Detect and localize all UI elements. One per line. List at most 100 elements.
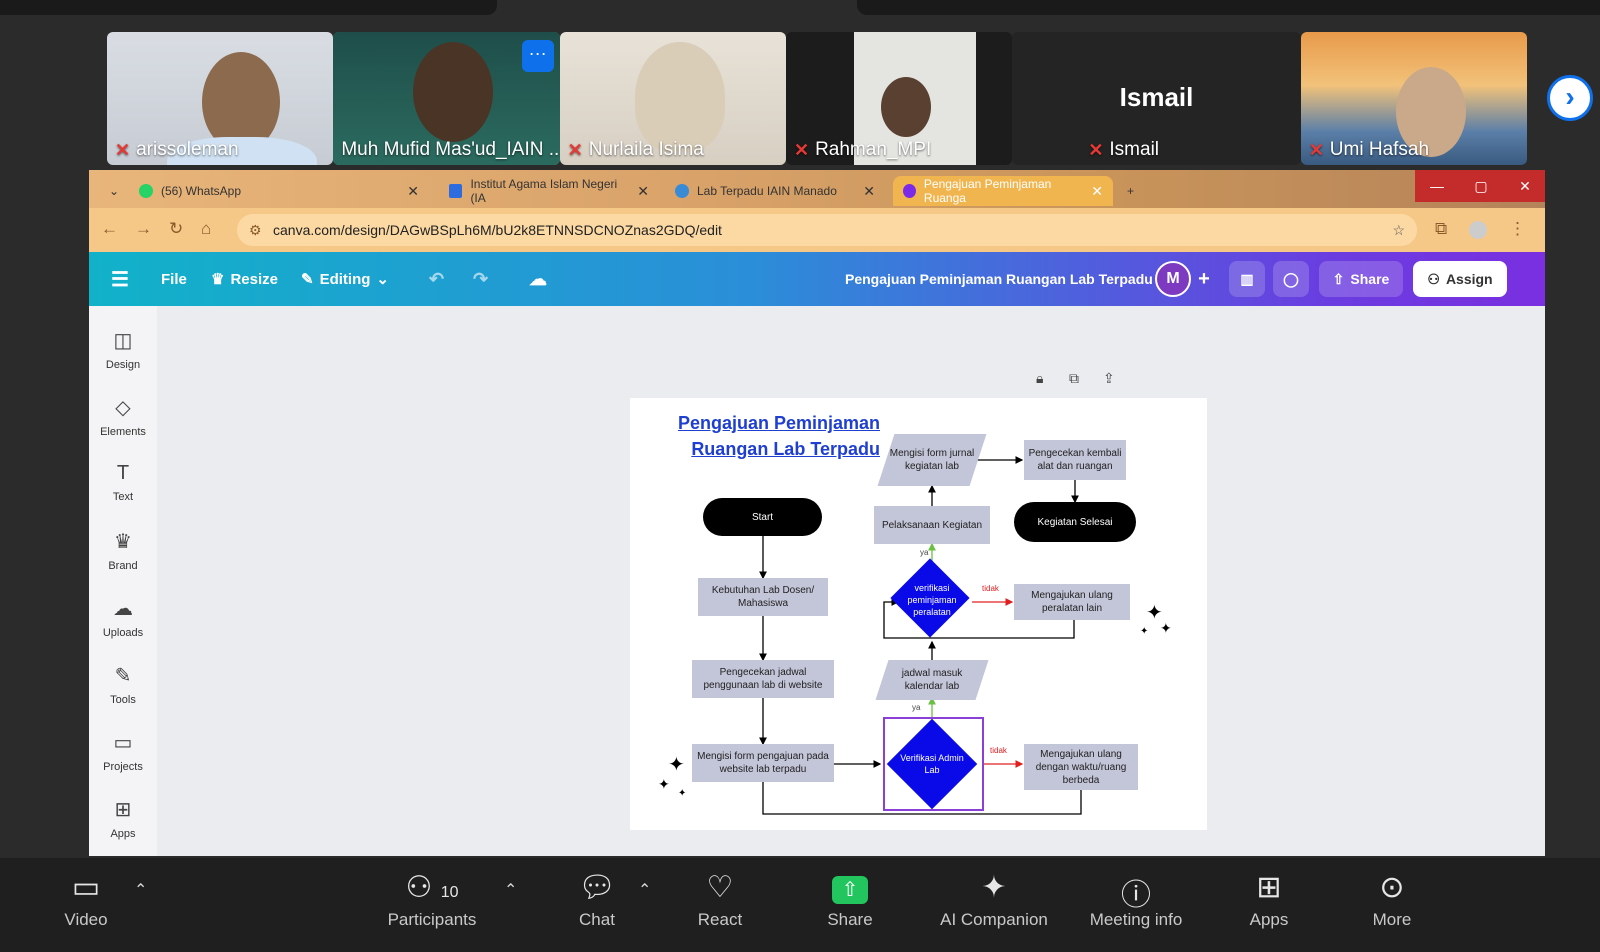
address-bar-row: ← → ↻ ⌂ ⚙ canva.com/design/DAGwBSpLh6M/b… [89,208,1545,252]
tab-canva[interactable]: Pengajuan Peminjaman Ruanga ✕ [893,176,1113,206]
new-tab-icon[interactable]: + [1117,176,1147,206]
close-tab-icon[interactable]: ✕ [407,183,419,200]
mengisi-jurnal-node: Mengisi form jurnal kegiatan lab [877,434,987,486]
ai-companion-button[interactable]: ✦ AI Companion [934,870,1054,930]
maximize-icon[interactable]: ▢ [1459,170,1503,202]
share-button[interactable]: ⇧ Share [1319,261,1403,297]
participant-tile[interactable]: ✕ Umi Hafsah [1300,32,1528,165]
chat-button[interactable]: 💬︎ Chat [572,870,622,930]
participant-tile-active-speaker[interactable]: ··· Muh Mufid Mas'ud_IAIN ... [333,32,560,165]
redo-icon[interactable]: ↷ [473,252,488,306]
participant-name: ✕ Rahman_MPI [793,139,932,160]
flowchart-title: Pengajuan Peminjaman Ruangan Lab Terpadu [677,413,880,459]
close-window-icon[interactable]: ✕ [1503,170,1545,202]
canvas-workspace: 🔒︎ ⧉ ⇪ Pengajuan Peminjaman Ruangan Lab … [157,306,1545,856]
editing-mode-dropdown[interactable]: ✎ Editing ⌄ [301,252,389,306]
avatar[interactable]: M [1155,261,1191,297]
extensions-icon[interactable]: ⧉ [1435,219,1447,239]
pencil-icon: ✎ [301,271,314,288]
file-menu[interactable]: File [161,252,187,306]
participant-name: ✕ Ismail [1088,139,1160,160]
more-button[interactable]: ⊙ More [1368,870,1416,930]
sidebar-item-brand[interactable]: ♛ Brand [89,529,157,572]
sidebar-item-projects[interactable]: ▭ Projects [89,730,157,773]
back-icon[interactable]: ← [101,219,118,239]
sidebar-item-elements[interactable]: ◇ Elements [89,395,157,438]
participant-tile[interactable]: ✕ Rahman_MPI [785,32,1013,165]
forward-icon[interactable]: → [135,219,152,239]
upload-icon: ⇧ [1332,270,1345,287]
analytics-icon[interactable]: ▥ [1229,261,1265,297]
video-options-chevron-icon[interactable]: ⌃ [134,880,147,900]
video-button[interactable]: ▭ Video [58,870,114,930]
resize-button[interactable]: ♛ Resize [211,252,278,306]
site-info-icon[interactable]: ⚙ [249,222,262,239]
sidebar-item-text[interactable]: T Text [89,462,157,503]
apps-icon: ⊞ [1256,871,1282,904]
ya-label: ya [912,703,921,712]
ya-label: ya [920,548,929,557]
close-tab-icon[interactable]: ✕ [863,183,875,200]
share-screen-button[interactable]: ⇧ Share [822,870,878,930]
participant-tile[interactable]: ✕ arissoleman [107,32,334,165]
cloud-save-icon[interactable]: ☁ [529,252,547,306]
mic-off-icon: ✕ [567,139,583,160]
menu-kebab-icon[interactable]: ⋮ [1509,219,1526,239]
people-icon: ⚇ [1427,270,1440,287]
react-button[interactable]: ♡ React [694,870,746,930]
shared-screen-browser: ⌄ (56) WhatsApp ✕ Institut Agama Islam Ne… [89,170,1545,856]
bookmark-star-icon[interactable]: ☆ [1392,222,1405,239]
tab-search-icon[interactable]: ⌄ [99,176,129,206]
participants-options-chevron-icon[interactable]: ⌃ [504,880,517,900]
tab-whatsapp[interactable]: (56) WhatsApp ✕ [129,176,429,206]
sidebar-item-tools[interactable]: ✎ Tools [89,663,157,706]
mic-off-icon: ✕ [1308,139,1324,160]
close-tab-icon[interactable]: ✕ [637,183,649,200]
home-icon[interactable]: ⌂ [201,219,211,239]
tab-iain[interactable]: Institut Agama Islam Negeri (IA ✕ [439,176,659,206]
canva-header: ☰ File ♛ Resize ✎ Editing ⌄ ↶ ↷ ☁ Pengajuan… [89,252,1545,306]
participant-tile[interactable]: Ismail ✕ Ismail [1012,32,1301,165]
verifikasi-peralatan-label: verifikasi peminjaman peralatan [907,583,957,617]
next-page-arrow-icon[interactable]: › [1547,75,1593,121]
heart-icon: ♡ [706,871,734,904]
document-title[interactable]: Pengajuan Peminjaman Ruangan Lab Terpadu [845,252,1153,306]
participants-icon: ⚇ 10 [405,871,459,904]
mengajukan-waktu-node: Mengajukan ulang dengan waktu/ruang berb… [1024,744,1138,790]
profile-avatar-icon[interactable] [1469,221,1487,239]
mic-off-icon: ✕ [1088,139,1104,160]
tidak-label: tidak [982,584,999,593]
menu-hamburger-icon[interactable]: ☰ [111,252,129,306]
participant-name: ✕ arissoleman [115,139,239,160]
add-collaborator-icon[interactable]: + [1189,261,1219,297]
mic-off-icon: ✕ [793,139,810,160]
lock-icon[interactable]: 🔒︎ [1036,370,1043,387]
text-icon: T [116,462,130,484]
sidebar-item-apps[interactable]: ⊞ Apps [89,797,157,840]
url-field[interactable]: ⚙ canva.com/design/DAGwBSpLh6M/bU2k8ETNN… [237,214,1417,246]
jadwal-masuk-node: jadwal masuk kalendar lab [875,660,989,700]
undo-icon[interactable]: ↶ [429,252,444,306]
participant-tile[interactable]: ✕ Nurlaila Isima [559,32,786,165]
participants-button[interactable]: ⚇ 10 Participants [380,870,484,930]
sidebar-item-uploads[interactable]: ☁ Uploads [89,596,157,639]
sidebar-item-design[interactable]: ◫ Design [89,328,157,371]
mengisi-form-pengajuan-node: Mengisi form pengajuan pada website lab … [692,744,834,782]
tab-lab-terpadu[interactable]: Lab Terpadu IAIN Manado ✕ [665,176,885,206]
comment-icon[interactable]: ◯ [1273,261,1309,297]
minimize-icon[interactable]: — [1415,170,1459,202]
apps-grid-icon: ⊞ [114,799,132,821]
duplicate-page-icon[interactable]: ⧉ [1069,370,1079,387]
assign-button[interactable]: ⚇ Assign [1413,261,1507,297]
chat-options-chevron-icon[interactable]: ⌃ [638,880,651,900]
meeting-info-button[interactable]: ⓘ Meeting info [1080,870,1192,930]
design-page[interactable]: Pengajuan Peminjaman Ruangan Lab Terpadu… [630,398,1207,830]
reload-icon[interactable]: ↻ [169,219,183,239]
pelaksanaan-node: Pelaksanaan Kegiatan [874,506,990,544]
participant-name: Muh Mufid Mas'ud_IAIN ... [341,139,560,160]
more-options-button[interactable]: ··· [521,40,554,72]
add-page-icon[interactable]: ⇪ [1103,370,1115,387]
mic-off-icon: ✕ [115,139,131,160]
apps-button[interactable]: ⊞ Apps [1246,870,1292,930]
close-tab-icon[interactable]: ✕ [1091,183,1103,200]
